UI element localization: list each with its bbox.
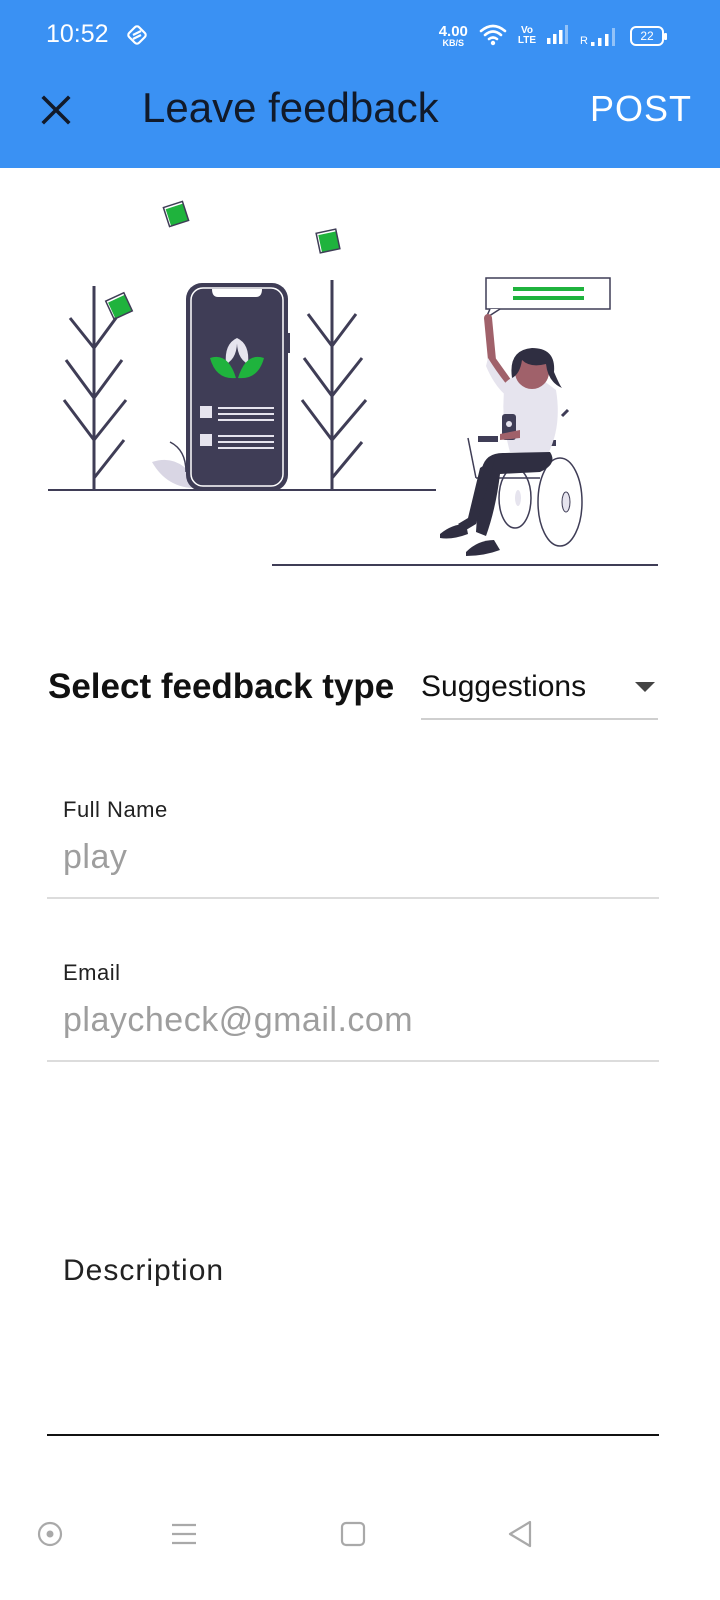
battery-icon: 22 <box>630 26 667 46</box>
email-label: Email <box>63 960 121 985</box>
phone-illustration <box>186 283 290 491</box>
post-button[interactable]: POST <box>590 88 692 130</box>
roaming-signal-icon: R <box>580 25 620 47</box>
roaming-label: R <box>580 35 588 47</box>
sync-icon <box>124 22 150 53</box>
signal-icon <box>546 23 570 50</box>
tree-icon <box>300 280 368 490</box>
status-time: 10:52 <box>46 20 109 48</box>
home-icon <box>340 1521 366 1547</box>
feedback-type-selected: Suggestions <box>421 670 587 703</box>
status-bar: 10:52 4.00 KB/S Vo LTE R 22 <box>0 0 720 72</box>
description-field[interactable]: Description <box>47 1240 659 1436</box>
floating-square-icon <box>162 200 190 228</box>
person-wheelchair-illustration <box>440 314 583 556</box>
floating-square-icon <box>104 291 134 321</box>
battery-level: 22 <box>640 29 654 43</box>
volte-icon: Vo LTE <box>518 26 536 46</box>
full-name-field[interactable]: Full Name play <box>47 788 659 899</box>
volte-bottom: LTE <box>517 35 537 46</box>
network-speed-unit: KB/S <box>442 38 465 48</box>
description-label: Description <box>63 1254 225 1287</box>
assistant-icon <box>37 1521 63 1547</box>
back-icon <box>508 1520 532 1548</box>
email-field[interactable]: Email playcheck@gmail.com <box>47 951 659 1062</box>
menu-button[interactable] <box>156 1506 212 1562</box>
feedback-illustration <box>0 168 720 608</box>
back-button[interactable] <box>492 1506 548 1562</box>
menu-icon <box>172 1523 196 1545</box>
system-nav-bar <box>0 1480 720 1600</box>
network-speed-value: 4.00 <box>438 23 468 40</box>
wifi-icon <box>478 22 508 51</box>
assistant-button[interactable] <box>22 1506 78 1562</box>
page-title: Leave feedback <box>142 84 439 131</box>
app-bar: 10:52 4.00 KB/S Vo LTE R 22 Leave feedba… <box>0 0 720 168</box>
email-value[interactable]: playcheck@gmail.com <box>63 1001 413 1040</box>
full-name-label: Full Name <box>63 797 168 822</box>
network-speed: 4.00 KB/S <box>439 24 468 48</box>
home-button[interactable] <box>325 1506 381 1562</box>
full-name-value[interactable]: play <box>63 838 127 877</box>
speech-bubble-icon <box>484 277 611 320</box>
close-button[interactable] <box>30 84 82 136</box>
feedback-type-dropdown[interactable]: Suggestions <box>421 662 658 720</box>
dropdown-arrow-icon <box>634 680 656 698</box>
floating-square-icon <box>315 228 341 254</box>
feedback-type-label: Select feedback type <box>48 667 395 706</box>
close-icon <box>41 95 71 125</box>
